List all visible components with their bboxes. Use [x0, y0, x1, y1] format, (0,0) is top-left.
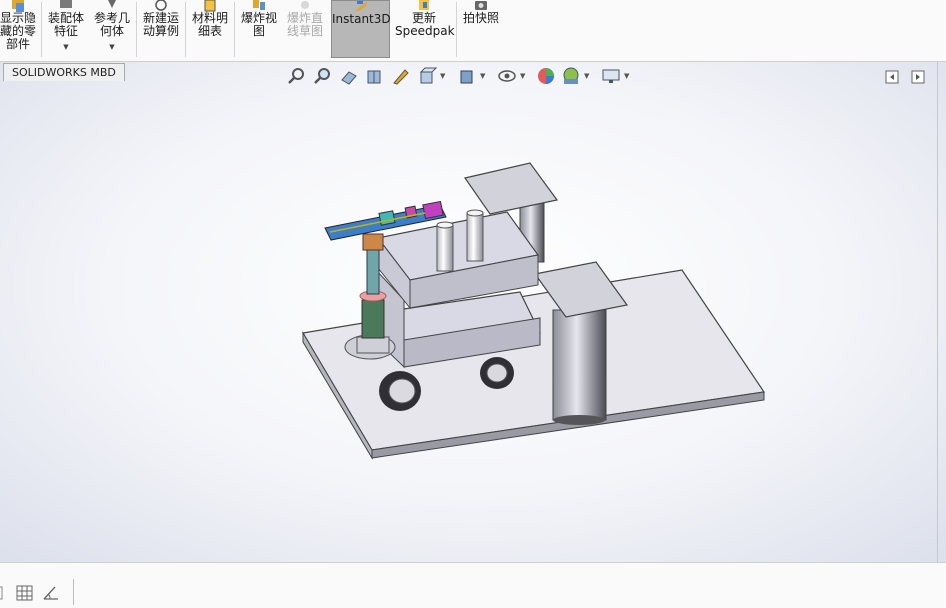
instant3d-button[interactable]: Instant3D [331, 0, 391, 58]
command-manager-ribbon: 显示隐 藏的零 部件 装配体 特征 ▼ 参考几 何体 ▼ 新建运 动算例 材料明… [0, 0, 946, 62]
arm-column-upper [366, 247, 380, 295]
arm-column-lower [361, 299, 385, 339]
front-pedestal-bottom [553, 415, 605, 425]
take-snapshot-button[interactable]: 拍快照 [459, 0, 503, 58]
reference-geometry-button[interactable]: 参考几 何体 ▼ [90, 0, 134, 58]
hide-show-items-icon[interactable] [497, 66, 517, 86]
arm-base-flange [356, 336, 390, 354]
view-orientation-icon[interactable] [417, 66, 437, 86]
edit-appearance-icon[interactable] [536, 66, 556, 86]
ribbon-separator [185, 2, 186, 57]
new-motion-study-button[interactable]: 新建运 动算例 [139, 0, 183, 58]
front-wheel [379, 371, 421, 411]
tray-cylinder-right [466, 212, 484, 262]
status-bar [0, 562, 946, 608]
expand-right-panel-icon[interactable] [911, 70, 925, 84]
grid-icon[interactable] [16, 585, 34, 601]
bill-of-materials-button[interactable]: 材料明 细表 [188, 0, 232, 58]
display-style-icon[interactable] [457, 66, 477, 86]
chevron-down-icon[interactable]: ▼ [584, 72, 589, 80]
explode-line-sketch-button[interactable]: 爆炸直 线草图 [283, 0, 327, 58]
viewport-right-border [937, 62, 938, 562]
rear-wheel [480, 357, 514, 389]
ribbon-separator [234, 2, 235, 57]
collapse-left-panel-icon[interactable] [885, 70, 899, 84]
zoom-to-fit-icon[interactable] [287, 66, 307, 86]
chevron-down-icon[interactable]: ▼ [480, 72, 485, 80]
apply-scene-icon[interactable] [561, 66, 581, 86]
assembly-features-button[interactable]: 装配体 特征 ▼ [44, 0, 88, 58]
chevron-down-icon[interactable]: ▼ [624, 72, 629, 80]
ribbon-separator [136, 2, 137, 57]
arm-joint [362, 233, 384, 251]
chevron-down-icon[interactable]: ▼ [440, 72, 445, 80]
graphics-area[interactable] [0, 62, 946, 562]
dynamic-annotation-icon[interactable] [391, 66, 411, 86]
ribbon-separator [41, 2, 42, 57]
ribbon-separator [456, 2, 457, 57]
angle-icon[interactable] [42, 585, 60, 601]
chevron-down-icon[interactable]: ▼ [90, 41, 134, 54]
zoom-to-area-icon[interactable] [313, 66, 333, 86]
chevron-down-icon[interactable]: ▼ [44, 41, 88, 54]
tab-solidworks-mbd[interactable]: SOLIDWORKS MBD [3, 63, 125, 81]
exploded-view-button[interactable]: 爆炸视 图 [237, 0, 281, 58]
update-speedpak-button[interactable]: 更新 Speedpak [395, 0, 455, 58]
view-settings-icon[interactable] [601, 66, 621, 86]
tray-cylinder-left [436, 224, 454, 272]
show-hidden-components-button[interactable]: 显示隐 藏的零 部件 [0, 0, 38, 58]
section-view-icon[interactable] [365, 66, 385, 86]
chevron-down-icon[interactable]: ▼ [520, 72, 525, 80]
previous-view-icon[interactable] [339, 66, 359, 86]
heads-up-view-toolbar: ▼ ▼ ▼ ▼ ▼ [285, 66, 635, 88]
status-toggle-icon[interactable] [0, 585, 6, 601]
status-separator [73, 579, 74, 605]
front-pedestal-column [552, 309, 607, 421]
assembly-model[interactable] [0, 62, 946, 562]
